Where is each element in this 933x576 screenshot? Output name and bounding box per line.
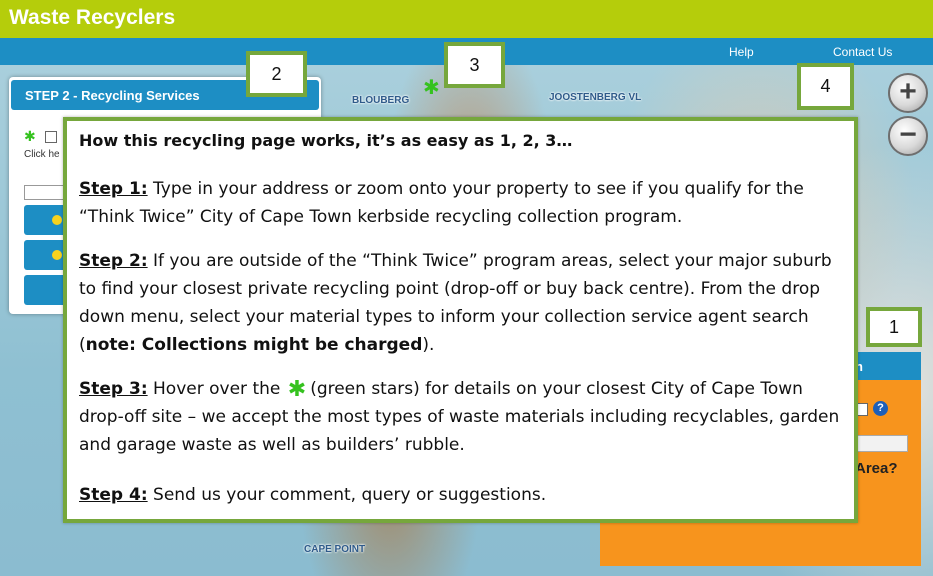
- callout-4: 4: [797, 63, 854, 110]
- map-label-joostenberg: JOOSTENBERG VL: [549, 92, 642, 103]
- step-4-label: Step 4:: [79, 485, 148, 505]
- zoom-out-icon: −: [899, 118, 917, 151]
- nav-help-link[interactable]: Help: [729, 45, 754, 59]
- header-bar: Waste Recyclers: [0, 0, 933, 38]
- step2-click-link[interactable]: Click he: [24, 149, 60, 160]
- callout-1: 1: [866, 307, 922, 347]
- radio-dot-icon: [52, 250, 62, 260]
- step1-address-input[interactable]: [855, 435, 908, 452]
- callout-3: 3: [444, 42, 505, 88]
- step-2-end: ).: [422, 335, 435, 355]
- instructions-step-4: Step 4: Send us your comment, query or s…: [79, 481, 844, 509]
- callout-2: 2: [246, 51, 307, 97]
- green-star-icon: ✱: [24, 129, 36, 145]
- zoom-out-button[interactable]: −: [888, 116, 928, 156]
- instructions-step-2: Step 2: If you are outside of the “Think…: [79, 247, 844, 359]
- step-4-text: Send us your comment, query or suggestio…: [147, 485, 547, 505]
- step-3-pre: Hover over the: [147, 379, 286, 399]
- step-3-label: Step 3:: [79, 379, 148, 399]
- step-2-note: note: Collections might be charged: [85, 335, 423, 355]
- step-1-label: Step 1:: [79, 179, 148, 199]
- map-label-cape-point: CAPE POINT: [304, 544, 366, 555]
- step2-checkbox[interactable]: [45, 131, 57, 143]
- step-1-text: Type in your address or zoom onto your p…: [79, 179, 804, 227]
- help-icon[interactable]: ?: [873, 401, 888, 416]
- green-star-icon[interactable]: ✱: [423, 77, 440, 97]
- step1-area-text: Area?: [855, 460, 898, 477]
- instructions-step-1: Step 1: Type in your address or zoom ont…: [79, 175, 844, 231]
- instructions-title: How this recycling page works, it’s as e…: [79, 131, 573, 150]
- instructions-step-3: Step 3: Hover over the ✱ (green stars) fo…: [79, 375, 844, 459]
- green-star-icon: ✱: [287, 377, 307, 402]
- step-2-label: Step 2:: [79, 251, 148, 271]
- step2-title: STEP 2 - Recycling Services: [25, 88, 200, 103]
- instructions-overlay: How this recycling page works, it’s as e…: [63, 117, 858, 523]
- radio-dot-icon: [52, 215, 62, 225]
- map-label-blouberg: BLOUBERG: [352, 95, 410, 106]
- nav-contact-link[interactable]: Contact Us: [833, 45, 892, 59]
- app-title: Waste Recyclers: [9, 6, 176, 29]
- zoom-in-button[interactable]: +: [888, 73, 928, 113]
- zoom-in-icon: +: [899, 75, 917, 108]
